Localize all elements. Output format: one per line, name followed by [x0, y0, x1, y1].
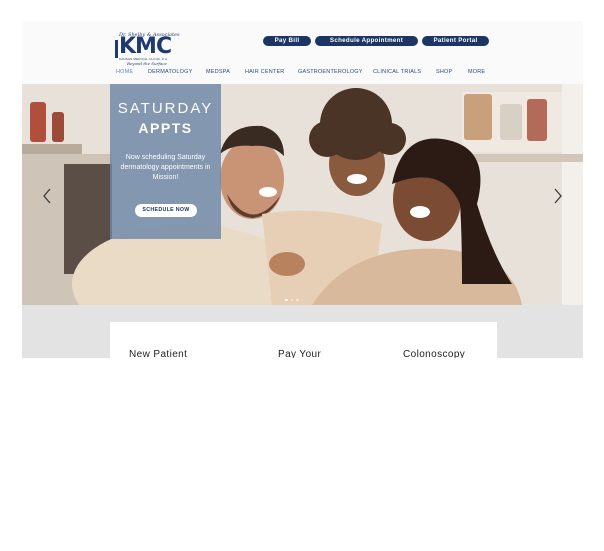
promo-body-text: Now scheduling Saturday dermatology appo… [120, 154, 211, 181]
nav-hair-center[interactable]: HAIR CENTER [245, 69, 284, 75]
logo-mark: KMC [119, 34, 172, 59]
nav-clinical-trials[interactable]: CLINICAL TRIALS [373, 69, 421, 75]
patient-portal-button[interactable]: Patient Portal [422, 36, 489, 46]
schedule-appointment-button[interactable]: Schedule Appointment [315, 36, 418, 46]
chevron-left-icon [43, 188, 51, 204]
pay-bill-button[interactable]: Pay Bill [263, 36, 311, 46]
slide-dot[interactable] [296, 298, 299, 301]
chevron-right-icon [554, 188, 562, 204]
nav-home[interactable]: HOME [116, 69, 133, 75]
browser-viewport: Dr. Shelby & Associates KMC KANSAS MEDIC… [22, 21, 583, 358]
nav-gastroenterology[interactable]: GASTROENTEROLOGY [298, 69, 363, 75]
nav-dermatology[interactable]: DERMATOLOGY [148, 69, 192, 75]
nav-shop[interactable]: SHOP [436, 69, 452, 75]
nav-more[interactable]: MORE [468, 69, 485, 75]
previous-slide-arrow[interactable] [40, 187, 54, 205]
kmc-logo[interactable]: Dr. Shelby & Associates KMC KANSAS MEDIC… [115, 32, 180, 66]
hero-slideshow[interactable]: SATURDAY APPTS Now scheduling Saturday d… [22, 84, 583, 305]
slide-dot[interactable] [290, 298, 293, 301]
hero-family-photo [22, 84, 583, 305]
slide-indicators [285, 288, 315, 301]
card-colonoscopy[interactable]: Colonoscopy [403, 349, 465, 358]
promo-heading-line2: APPTS [138, 120, 193, 136]
logo-tagline: Beyond the Surface [127, 61, 167, 66]
promo-heading-line1: SATURDAY [117, 100, 214, 117]
schedule-now-button[interactable]: SCHEDULE NOW [135, 204, 197, 217]
logo-bar [115, 40, 118, 58]
card-new-patient[interactable]: New Patient [129, 349, 187, 358]
nav-medspa[interactable]: MEDSPA [206, 69, 230, 75]
next-slide-arrow[interactable] [551, 187, 565, 205]
slide-dot[interactable] [285, 298, 288, 301]
quick-links-section: New Patient Pay Your Colonoscopy [22, 305, 583, 358]
saturday-promo-box: SATURDAY APPTS Now scheduling Saturday d… [110, 84, 221, 239]
card-pay-your[interactable]: Pay Your [278, 349, 321, 358]
quick-links-card: New Patient Pay Your Colonoscopy [110, 322, 497, 358]
main-nav: HOME DERMATOLOGY MEDSPA HAIR CENTER GAST… [22, 69, 583, 79]
